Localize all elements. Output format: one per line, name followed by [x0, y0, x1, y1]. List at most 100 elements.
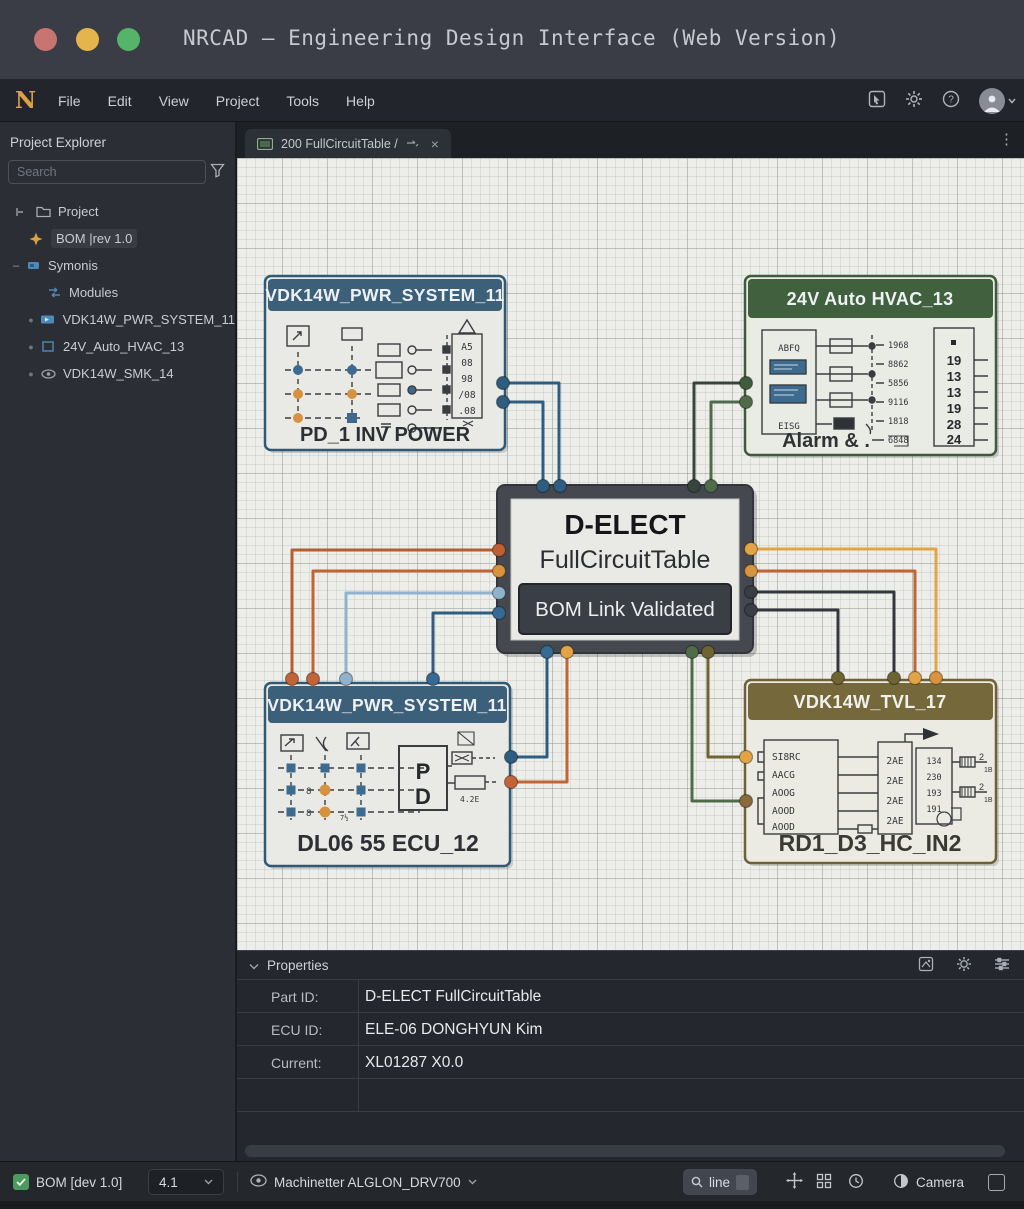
pan-tool-icon[interactable]: [786, 1172, 803, 1192]
svg-text:4.2E: 4.2E: [460, 795, 479, 804]
menu-view[interactable]: View: [159, 93, 189, 109]
sidebar-title: Project Explorer: [10, 135, 106, 150]
schematic-canvas[interactable]: VDK14W_PWR_SYSTEM_11: [237, 158, 1024, 950]
search-mode-value: line: [709, 1175, 730, 1190]
history-clock-icon[interactable]: [848, 1173, 864, 1192]
statusbar: BOM [dev 1.0] 4.1 Machinetter ALGLON_DRV…: [0, 1161, 1024, 1201]
tabbar: 200 FullCircuitTable / × ⋮: [237, 122, 1024, 158]
export-image-icon[interactable]: [918, 956, 934, 975]
svg-text:8: 8: [306, 787, 311, 797]
svg-text:191: 191: [926, 805, 941, 815]
tabbar-menu-icon[interactable]: ⋮: [999, 130, 1014, 148]
help-icon[interactable]: ?: [942, 90, 960, 113]
menu-tools[interactable]: Tools: [286, 93, 319, 109]
minimize-window-button[interactable]: [76, 28, 99, 51]
search-input[interactable]: [8, 160, 206, 184]
svg-text:1818: 1818: [888, 417, 908, 427]
bom-check-icon[interactable]: [13, 1174, 29, 1190]
property-value: ELE-06 DONGHYUN Kim: [365, 1013, 542, 1046]
svg-text:1B: 1B: [984, 767, 993, 774]
svg-text:2AE: 2AE: [886, 796, 903, 807]
select-tool-icon[interactable]: [868, 90, 886, 113]
svg-text:9116: 9116: [888, 398, 908, 408]
sidebar-item-hvac[interactable]: ● 24V_Auto_HVAC_13: [0, 333, 235, 360]
collapse-caret-icon[interactable]: [249, 958, 259, 973]
panel-settings-icon[interactable]: [956, 956, 972, 975]
settings-gear-icon[interactable]: [905, 90, 923, 113]
badge-label: BOM Link Validated: [535, 598, 715, 621]
block-pwr-system-top[interactable]: VDK14W_PWR_SYSTEM_11: [265, 276, 508, 453]
schematic-tab-icon: [257, 138, 273, 150]
svg-text:8862: 8862: [888, 360, 908, 370]
version-select[interactable]: 4.1: [148, 1169, 224, 1195]
collapse-dash-icon: –: [13, 260, 25, 272]
sidebar-item-bom[interactable]: BOM |rev 1.0: [0, 225, 235, 252]
user-avatar[interactable]: [979, 88, 1005, 114]
zoom-window-button[interactable]: [117, 28, 140, 51]
svg-text:230: 230: [926, 773, 941, 783]
camera-checkbox[interactable]: [988, 1174, 1005, 1191]
machine-eye-icon: [250, 1174, 267, 1190]
machine-label[interactable]: Machinetter ALGLON_DRV700: [274, 1175, 461, 1190]
window-title: NRCAD – Engineering Design Interface (We…: [183, 26, 840, 50]
modules-arrows-icon: [46, 287, 62, 298]
chevron-down-icon: [204, 1179, 213, 1185]
grid-view-icon[interactable]: [816, 1173, 832, 1192]
svg-text:A5: A5: [461, 342, 472, 353]
property-row[interactable]: ECU ID: ELE-06 DONGHYUN Kim: [237, 1012, 1024, 1045]
svg-text:5856: 5856: [888, 379, 908, 389]
menu-file[interactable]: File: [58, 93, 81, 109]
horizontal-scrollbar[interactable]: [245, 1145, 1005, 1157]
svg-text:1B: 1B: [984, 797, 993, 804]
bullet-icon: ●: [26, 315, 36, 325]
block-caption: DL06 55 ECU_12: [297, 830, 479, 856]
sidebar-item-pwr-system[interactable]: ● VDK14W_PWR_SYSTEM_11: [0, 306, 235, 333]
property-row[interactable]: Current: XL01287 X0.0: [237, 1045, 1024, 1078]
svg-text:2AE: 2AE: [886, 776, 903, 787]
block-title: VDK14W_TVL_17: [794, 692, 947, 712]
svg-text:98: 98: [461, 374, 473, 385]
sidebar-item-symonis[interactable]: – Symonis: [0, 252, 235, 279]
camera-label[interactable]: Camera: [916, 1175, 964, 1190]
block-tvl[interactable]: VDK14W_TVL_17 SI8RC: [745, 680, 999, 866]
tab-fullcircuittable[interactable]: 200 FullCircuitTable / ×: [245, 129, 451, 158]
folder-icon: [35, 206, 51, 218]
svg-text:19: 19: [947, 353, 961, 368]
svg-text:28: 28: [947, 417, 961, 432]
search-icon: [691, 1176, 703, 1188]
svg-text:8: 8: [306, 809, 311, 819]
chip-letter: P: [416, 759, 431, 784]
module-card-icon: [40, 314, 56, 325]
svg-text:2: 2: [979, 782, 984, 792]
svg-text:13: 13: [947, 369, 961, 384]
properties-panel: Properties Part ID: D-ELECT FullCircuitT…: [237, 950, 1024, 1161]
sidebar-item-smk[interactable]: ● VDK14W_SMK_14: [0, 360, 235, 387]
star-icon: [28, 232, 44, 246]
close-window-button[interactable]: [34, 28, 57, 51]
chip-letter: D: [415, 784, 431, 809]
svg-text:24: 24: [947, 432, 962, 447]
left-box-label: ABFQ: [778, 344, 800, 354]
block-ecu[interactable]: VDK14W_PWR_SYSTEM_11: [265, 683, 513, 869]
sidebar-item-project[interactable]: Project: [0, 198, 235, 225]
menubar: N File Edit View Project Tools Help ?: [0, 80, 1024, 122]
sidebar-item-modules[interactable]: Modules: [0, 279, 235, 306]
line-search-box[interactable]: line: [683, 1169, 757, 1195]
property-row[interactable]: Part ID: D-ELECT FullCircuitTable: [237, 979, 1024, 1012]
menu-project[interactable]: Project: [216, 93, 260, 109]
square-outline-icon: [40, 341, 56, 352]
svg-text:2AE: 2AE: [886, 756, 903, 767]
bullet-icon: ●: [26, 369, 36, 379]
tab-close-button[interactable]: ×: [431, 136, 439, 152]
property-label: Part ID:: [271, 980, 318, 1013]
menu-help[interactable]: Help: [346, 93, 375, 109]
block-hvac[interactable]: 24V Auto HVAC_13: [745, 276, 999, 458]
svg-text:SI8RC: SI8RC: [772, 752, 801, 763]
adjust-sliders-icon[interactable]: [994, 956, 1010, 975]
block-d-elect[interactable]: D-ELECT FullCircuitTable BOM Link Valida…: [497, 485, 757, 657]
app-logo: N: [15, 87, 36, 114]
filter-funnel-icon[interactable]: [210, 163, 225, 183]
menu-edit[interactable]: Edit: [108, 93, 132, 109]
tab-arrow-icon: [406, 139, 419, 149]
svg-text:?: ?: [948, 94, 954, 105]
